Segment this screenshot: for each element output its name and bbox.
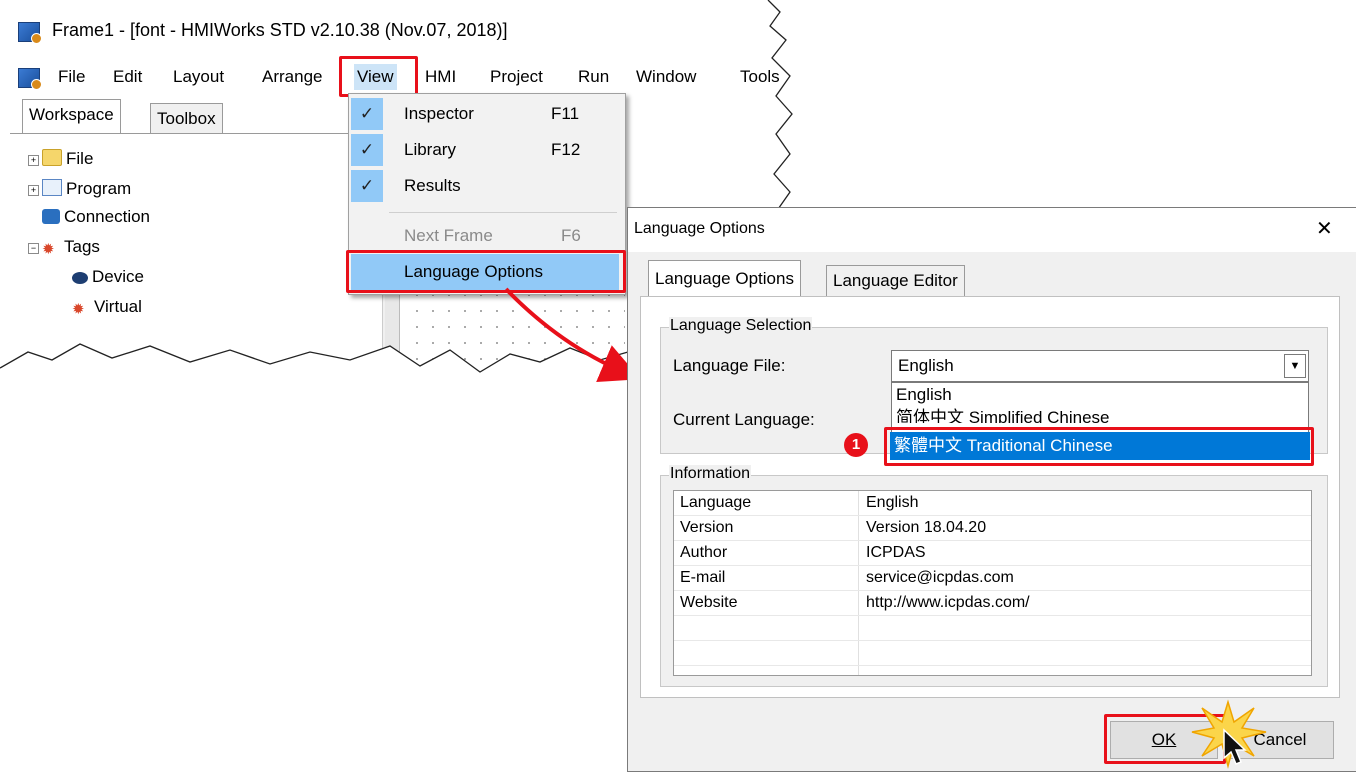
group-label: Information — [669, 465, 752, 483]
tab-language-editor[interactable]: Language Editor — [826, 265, 965, 297]
information-group: Information Language English Version Ver… — [660, 465, 1328, 687]
menu-item-next-frame[interactable]: Next Frame F6 — [349, 218, 625, 254]
step-1-badge: 1 — [844, 433, 868, 457]
mouse-cursor-icon — [1223, 728, 1247, 765]
option-english[interactable]: English — [896, 385, 952, 405]
option-simplified-chinese[interactable]: 简体中文 Simplified Chinese — [896, 403, 1110, 423]
selected-option-highlight — [884, 427, 1314, 466]
view-menu-highlight — [339, 56, 418, 97]
language-file-select[interactable]: English ▼ — [891, 350, 1309, 382]
language-file-label: Language File: — [673, 356, 786, 375]
table-row: Website http://www.icpdas.com/ — [674, 591, 1311, 616]
menu-item-inspector[interactable]: ✓ Inspector F11 — [349, 96, 625, 132]
pointer-arrow — [504, 287, 640, 383]
table-row: E-mail service@icpdas.com — [674, 566, 1311, 591]
table-row: Language English — [674, 491, 1311, 516]
language-file-value: English — [898, 356, 954, 375]
language-options-dialog: Language Options ✕ Language Options Lang… — [627, 207, 1356, 772]
menu-item-results[interactable]: ✓ Results — [349, 168, 625, 204]
menu-separator — [389, 212, 617, 213]
tab-language-options[interactable]: Language Options — [648, 260, 801, 297]
table-row — [674, 616, 1311, 641]
table-row: Version Version 18.04.20 — [674, 516, 1311, 541]
close-icon[interactable]: ✕ — [1316, 216, 1333, 241]
check-icon: ✓ — [351, 98, 383, 130]
menu-item-library[interactable]: ✓ Library F12 — [349, 132, 625, 168]
chevron-down-icon[interactable]: ▼ — [1284, 354, 1306, 378]
current-language-label: Current Language: — [673, 410, 815, 429]
table-row — [674, 641, 1311, 666]
table-row: Author ICPDAS — [674, 541, 1311, 566]
check-icon: ✓ — [351, 170, 383, 202]
group-label: Language Selection — [669, 317, 813, 335]
check-icon: ✓ — [351, 134, 383, 166]
dialog-title: Language Options — [634, 220, 765, 237]
dialog-title-bar: Language Options ✕ — [628, 208, 1356, 252]
info-table: Language English Version Version 18.04.2… — [673, 490, 1312, 676]
